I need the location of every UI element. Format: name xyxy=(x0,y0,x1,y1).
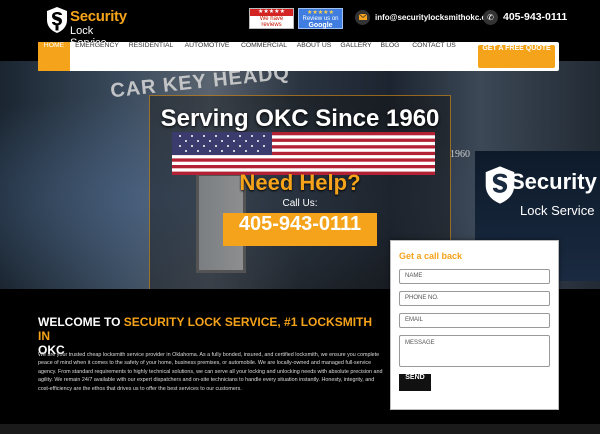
message-textarea[interactable]: MESSAGE xyxy=(399,335,550,367)
hero-title: Serving OKC Since 1960 xyxy=(160,105,440,132)
nav-about-us[interactable]: ABOUT US xyxy=(294,42,334,71)
top-bar: Security Lock Service ★★★★★ We have revi… xyxy=(0,0,600,49)
name-input[interactable]: NAME xyxy=(399,269,550,284)
hero-bg-year: 1960 xyxy=(450,149,470,160)
page: Security Lock Service ★★★★★ We have revi… xyxy=(0,0,600,434)
nav-residential[interactable]: RESIDENTIAL xyxy=(126,42,176,71)
nav-gallery[interactable]: GALLERY xyxy=(338,42,374,71)
need-help-heading: Need Help? xyxy=(239,170,361,195)
callback-form-title: Get a call back xyxy=(399,251,463,261)
phone-link[interactable]: 405-943-0111 xyxy=(503,11,567,23)
phone-input[interactable]: PHONE NO. xyxy=(399,291,550,306)
american-flag-image xyxy=(172,132,435,175)
nav-automotive[interactable]: AUTOMOTIVE xyxy=(181,42,233,71)
hero-bg-sign-title: Security xyxy=(510,169,597,194)
logo-title: Security xyxy=(70,8,127,25)
get-free-quote-button[interactable]: GET A FREE QUOTE xyxy=(478,45,555,68)
shield-lock-icon xyxy=(47,7,67,33)
phone-icon: ✆ xyxy=(483,9,498,25)
nav-home[interactable]: HOME xyxy=(38,42,70,71)
email-link[interactable]: info@securitylocksmithokc.com xyxy=(375,13,498,22)
yelp-badge-text: We have reviews xyxy=(259,16,284,28)
welcome-paragraph: We are your trusted cheap locksmith serv… xyxy=(38,352,383,392)
callback-form: Get a call back NAME PHONE NO. EMAIL MES… xyxy=(390,240,559,410)
nav-blog[interactable]: BLOG xyxy=(378,42,402,71)
email-input[interactable]: EMAIL xyxy=(399,313,550,328)
footer-strip xyxy=(0,424,600,434)
google-review-badge[interactable]: ★★★★★ Review us on Google xyxy=(298,8,343,29)
hero-bg-sign-subtitle: Lock Service xyxy=(520,203,595,218)
nav-contact-us[interactable]: CONTACT US xyxy=(408,42,460,71)
send-button[interactable]: SEND xyxy=(399,374,431,391)
envelope-icon xyxy=(355,9,370,25)
welcome-heading-plain: WELCOME TO xyxy=(38,315,124,329)
yelp-review-badge[interactable]: ★★★★★ We have reviews xyxy=(249,8,294,29)
main-nav: HOME EMERGENCY RESIDENTIAL AUTOMOTIVE CO… xyxy=(38,42,559,71)
site-logo[interactable]: Security Lock Service xyxy=(46,6,127,49)
header-email[interactable]: info@securitylocksmithokc.com xyxy=(355,9,498,25)
header-phone[interactable]: ✆ 405-943-0111 xyxy=(483,9,567,25)
call-us-label: Call Us: xyxy=(282,198,318,209)
nav-emergency[interactable]: EMERGENCY xyxy=(74,42,120,71)
nav-commercial[interactable]: COMMERCIAL xyxy=(238,42,290,71)
hero-phone-button[interactable]: 405-943-0111 xyxy=(223,213,377,246)
google-stars: ★★★★★ xyxy=(307,10,334,16)
google-badge-brand: Google xyxy=(308,22,333,29)
yelp-stars: ★★★★★ xyxy=(250,9,293,16)
